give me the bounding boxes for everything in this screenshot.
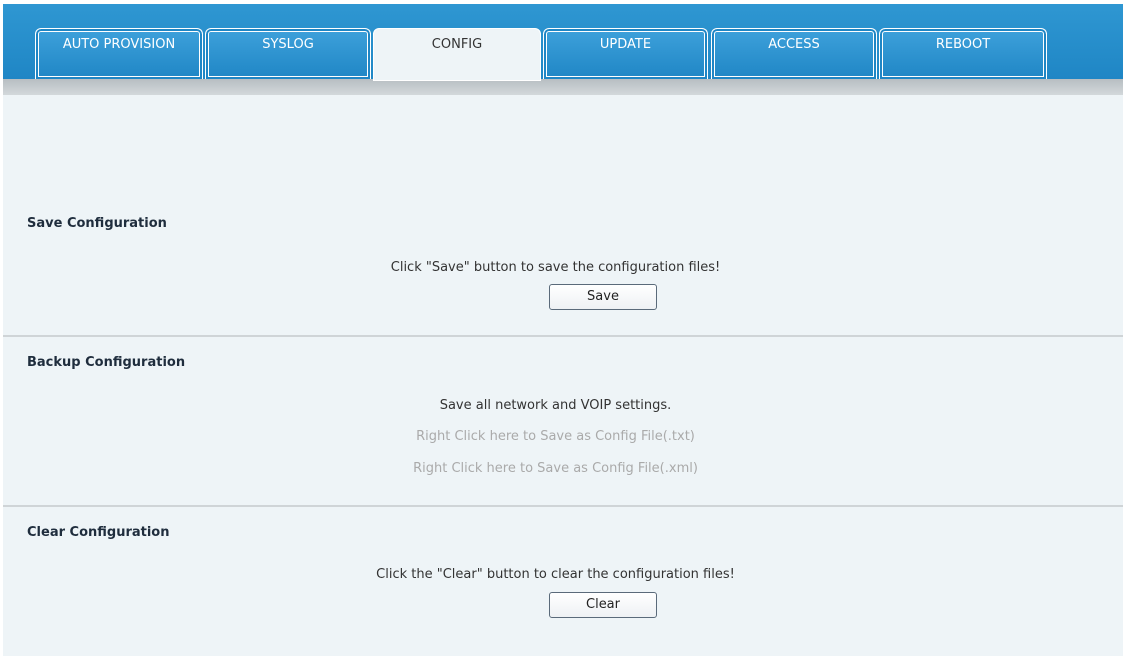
section-divider: [3, 505, 1123, 507]
header-shadow: [3, 79, 1123, 95]
save-config-txt-link[interactable]: Right Click here to Save as Config File(…: [3, 429, 1108, 444]
tab-config[interactable]: CONFIG: [373, 28, 541, 81]
clear-button[interactable]: Clear: [549, 592, 657, 618]
save-config-xml-link[interactable]: Right Click here to Save as Config File(…: [3, 461, 1108, 476]
save-configuration-title: Save Configuration: [27, 216, 167, 231]
tab-syslog[interactable]: SYSLOG: [205, 28, 371, 79]
tab-reboot[interactable]: REBOOT: [879, 28, 1047, 79]
config-page: AUTO PROVISION SYSLOG CONFIG UPDATE ACCE…: [3, 4, 1123, 656]
tab-update[interactable]: UPDATE: [543, 28, 708, 79]
backup-description: Save all network and VOIP settings.: [439, 398, 672, 413]
tab-access[interactable]: ACCESS: [711, 28, 877, 79]
clear-description: Click the "Clear" button to clear the co…: [376, 567, 735, 582]
save-button[interactable]: Save: [549, 284, 657, 310]
section-divider: [3, 335, 1123, 337]
save-description: Click "Save" button to save the configur…: [390, 260, 721, 275]
tab-auto-provision[interactable]: AUTO PROVISION: [35, 28, 203, 79]
backup-configuration-title: Backup Configuration: [27, 355, 186, 370]
clear-configuration-title: Clear Configuration: [27, 525, 170, 540]
